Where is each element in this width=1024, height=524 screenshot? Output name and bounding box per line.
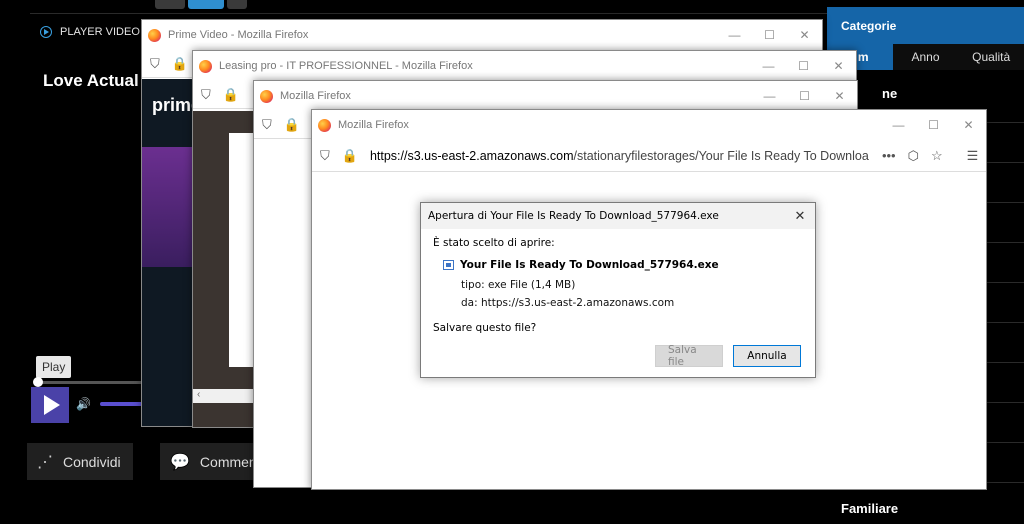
top-tab-active[interactable] [188, 0, 224, 9]
file-entry: Your File Is Ready To Download_577964.ex… [443, 259, 803, 271]
firefox-icon [199, 59, 212, 73]
cancel-button[interactable]: Annulla [733, 345, 801, 367]
top-tab[interactable] [227, 0, 247, 9]
lock-icon[interactable]: 🔒 [223, 87, 239, 103]
shield-icon[interactable]: ⛉ [150, 56, 160, 72]
close-icon[interactable]: ✕ [822, 89, 857, 103]
player-video-label[interactable]: PLAYER VIDEO [40, 26, 140, 38]
lock-icon[interactable]: 🔒 [172, 56, 188, 72]
share-icon: ⋰ [37, 453, 53, 471]
dialog-title: Apertura di Your File Is Ready To Downlo… [428, 210, 719, 222]
chosen-label: È stato scelto di aprire: [433, 237, 555, 249]
share-button[interactable]: ⋰ Condividi [27, 443, 133, 480]
dialog-body: È stato scelto di aprire: Your File Is R… [421, 229, 815, 342]
maximize-icon[interactable]: ☐ [752, 28, 787, 42]
tab-anno[interactable]: Anno [893, 44, 959, 70]
play-icon [44, 395, 60, 415]
seek-handle[interactable] [33, 377, 43, 387]
prime-page: prime [142, 79, 202, 426]
shield-icon[interactable]: ⛉ [320, 148, 330, 164]
content-panel [229, 133, 255, 367]
play-circle-icon [40, 26, 52, 38]
close-icon[interactable]: ✕ [821, 59, 856, 73]
maximize-icon[interactable]: ☐ [916, 118, 951, 132]
firefox-icon [148, 28, 161, 42]
pocket-icon[interactable]: ⬡ [908, 148, 919, 164]
close-icon[interactable]: ✕ [787, 28, 822, 42]
prime-logo: prime [152, 95, 202, 115]
scroll-left-icon[interactable]: ‹ [193, 389, 255, 403]
promo-banner [142, 147, 194, 267]
firefox-icon [260, 89, 273, 103]
minimize-icon[interactable]: — [751, 59, 786, 73]
menu-icon[interactable]: ☰ [967, 148, 979, 164]
sidebar-item[interactable]: ne [882, 86, 897, 101]
bookmark-star-icon[interactable]: ☆ [931, 148, 943, 164]
maximize-icon[interactable]: ☐ [786, 59, 821, 73]
window-titlebar[interactable]: Prime Video - Mozilla Firefox — ☐ ✕ [142, 20, 822, 50]
more-actions-icon[interactable]: ••• [882, 148, 896, 163]
file-type: tipo: exe File (1,4 MB) [461, 279, 576, 291]
top-tab[interactable] [155, 0, 185, 9]
save-question: Salvare questo file? [433, 322, 537, 334]
top-divider [30, 13, 830, 14]
shield-icon[interactable]: ⛉ [262, 117, 272, 133]
minimize-icon[interactable]: — [752, 89, 787, 103]
file-source: da: https://s3.us-east-2.amazonaws.com [461, 297, 675, 309]
lock-icon[interactable]: 🔒 [342, 148, 358, 164]
comment-icon: 💬 [170, 453, 190, 471]
file-icon [443, 260, 454, 270]
sidebar-header: Categorie [827, 7, 1024, 44]
minimize-icon[interactable]: — [717, 28, 752, 42]
play-tooltip: Play [36, 356, 72, 378]
movie-title: Love Actual [43, 71, 139, 90]
download-dialog[interactable]: Apertura di Your File Is Ready To Downlo… [420, 202, 816, 378]
comment-button[interactable]: 💬 Commenta [160, 443, 268, 480]
dialog-titlebar[interactable]: Apertura di Your File Is Ready To Downlo… [421, 203, 815, 229]
volume-slider[interactable] [100, 402, 144, 406]
close-icon[interactable]: ✕ [951, 118, 986, 132]
minimize-icon[interactable]: — [881, 118, 916, 132]
shield-icon[interactable]: ⛉ [201, 87, 211, 103]
play-button[interactable] [31, 387, 69, 423]
lock-icon[interactable]: 🔒 [284, 117, 300, 133]
nav-bar: ⛉ 🔒 https://s3.us-east-2.amazonaws.com/s… [312, 140, 986, 172]
window-titlebar[interactable]: Mozilla Firefox — ☐ ✕ [312, 110, 986, 140]
tab-qualita[interactable]: Qualità [958, 44, 1024, 70]
url-bar[interactable]: https://s3.us-east-2.amazonaws.com/stati… [370, 149, 870, 163]
volume-icon[interactable]: 🔊 [76, 397, 91, 411]
window-titlebar[interactable]: Mozilla Firefox — ☐ ✕ [254, 81, 857, 111]
maximize-icon[interactable]: ☐ [787, 89, 822, 103]
leasing-page: ‹ [193, 111, 255, 427]
save-file-button[interactable]: Salva file [655, 344, 723, 368]
sidebar-item-familiare[interactable]: Familiare [841, 501, 898, 516]
firefox-icon [318, 118, 331, 132]
window-titlebar[interactable]: Leasing pro - IT PROFESSIONNEL - Mozilla… [193, 51, 856, 81]
file-name: Your File Is Ready To Download_577964.ex… [460, 259, 719, 271]
close-icon[interactable]: ✕ [785, 209, 815, 224]
seek-bar[interactable] [36, 381, 146, 384]
